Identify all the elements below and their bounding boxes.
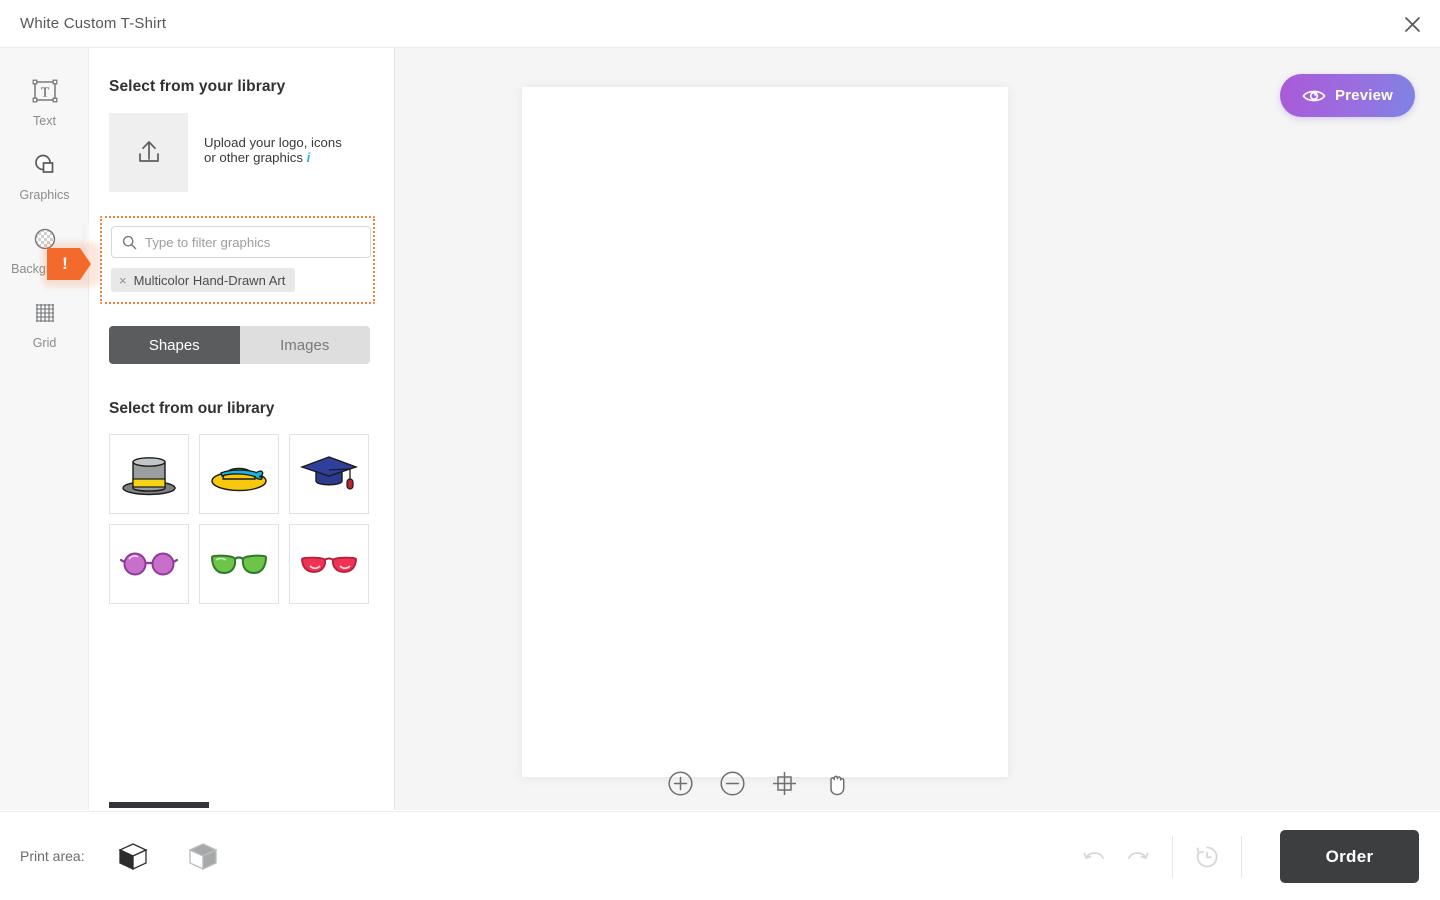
canvas-zoom-tools bbox=[665, 768, 851, 798]
active-filter-tag[interactable]: × Multicolor Hand-Drawn Art bbox=[111, 268, 296, 292]
upload-icon bbox=[138, 140, 159, 162]
print-area-back[interactable] bbox=[181, 834, 225, 878]
sidebar-item-background[interactable]: Background ! bbox=[0, 222, 100, 296]
close-glyph bbox=[1404, 16, 1420, 32]
canvas-stage[interactable]: Preview bbox=[395, 48, 1440, 810]
svg-text:T: T bbox=[40, 86, 49, 101]
red-aviator-glasses-icon bbox=[301, 556, 357, 573]
upload-row: Upload your logo, icons or other graphic… bbox=[109, 113, 374, 192]
cube-front-icon bbox=[118, 843, 148, 871]
sidebar-item-graphics[interactable]: Graphics bbox=[0, 148, 89, 222]
graphics-search-box[interactable] bbox=[111, 226, 371, 258]
scrollbar-thumb[interactable] bbox=[109, 802, 209, 808]
graphics-grid bbox=[109, 434, 374, 604]
redo-button[interactable] bbox=[1116, 835, 1160, 879]
redo-icon bbox=[1128, 851, 1149, 859]
preview-button-label: Preview bbox=[1334, 87, 1394, 104]
order-button[interactable]: Order bbox=[1280, 830, 1419, 883]
bottom-toolbar: Print area: Order bbox=[0, 811, 1440, 900]
green-sunglasses-graphic[interactable] bbox=[199, 524, 279, 604]
page-title: White Custom T-Shirt bbox=[20, 15, 167, 32]
warning-badge[interactable]: ! bbox=[42, 242, 100, 287]
round-glasses-icon bbox=[119, 552, 179, 576]
print-area-label: Print area: bbox=[20, 848, 85, 864]
history-icon bbox=[1196, 846, 1218, 867]
design-editor-app: White Custom T-Shirt T Text Graphics Bac… bbox=[0, 0, 1440, 900]
fit-to-screen-icon[interactable] bbox=[769, 768, 799, 798]
upload-text-line2-wrap: or other graphics i bbox=[204, 150, 342, 165]
print-area-front[interactable] bbox=[111, 834, 155, 878]
graduation-cap-graphic[interactable] bbox=[289, 434, 369, 514]
upload-text-line2: or other graphics bbox=[204, 150, 303, 166]
panel-horizontal-scrollbar[interactable] bbox=[89, 802, 395, 808]
shapes-icon bbox=[32, 148, 58, 182]
artboard[interactable] bbox=[522, 87, 1008, 777]
upload-description: Upload your logo, icons or other graphic… bbox=[204, 135, 342, 166]
sidebar-item-label-grid: Grid bbox=[32, 336, 57, 350]
top-hat-graphic[interactable] bbox=[109, 434, 189, 514]
grid-icon bbox=[32, 296, 58, 330]
round-glasses-graphic[interactable] bbox=[109, 524, 189, 604]
sun-hat-graphic[interactable] bbox=[199, 434, 279, 514]
search-input[interactable] bbox=[145, 234, 360, 250]
tool-rail: T Text Graphics Background ! Grid bbox=[0, 48, 100, 810]
sidebar-item-text[interactable]: T Text bbox=[0, 74, 89, 148]
graphics-panel: Select from your library Upload your log… bbox=[89, 48, 395, 810]
close-icon[interactable] bbox=[1398, 10, 1426, 38]
upload-text-line1: Upload your logo, icons bbox=[204, 135, 342, 150]
sidebar-item-label-text: Text bbox=[33, 114, 56, 128]
text-box-icon: T bbox=[32, 74, 58, 108]
info-icon[interactable]: i bbox=[307, 150, 311, 165]
cube-back-icon bbox=[188, 843, 218, 871]
sidebar-item-grid[interactable]: Grid bbox=[0, 296, 89, 370]
eye-icon bbox=[1302, 90, 1326, 101]
library-type-toggle: Shapes Images bbox=[109, 326, 370, 364]
remove-filter-icon[interactable]: × bbox=[119, 273, 127, 288]
filter-highlight-zone: × Multicolor Hand-Drawn Art bbox=[100, 216, 375, 304]
zoom-out-icon[interactable] bbox=[717, 768, 747, 798]
sidebar-item-label-graphics: Graphics bbox=[19, 188, 70, 202]
red-aviator-glasses-graphic[interactable] bbox=[289, 524, 369, 604]
undo-icon bbox=[1083, 851, 1104, 859]
zoom-in-icon[interactable] bbox=[665, 768, 695, 798]
green-sunglasses-icon bbox=[210, 554, 268, 575]
bottom-toolbar-actions: Order bbox=[1072, 812, 1440, 900]
titlebar: White Custom T-Shirt bbox=[0, 0, 1440, 48]
toolbar-divider-1 bbox=[1172, 835, 1173, 878]
undo-button[interactable] bbox=[1072, 835, 1116, 879]
sun-hat-icon bbox=[211, 467, 267, 492]
history-button[interactable] bbox=[1185, 835, 1229, 879]
active-filter-label: Multicolor Hand-Drawn Art bbox=[133, 272, 286, 288]
top-hat-icon bbox=[122, 457, 176, 496]
your-library-title: Select from your library bbox=[109, 78, 286, 95]
upload-dropzone[interactable] bbox=[109, 113, 188, 192]
search-icon bbox=[122, 235, 137, 249]
our-library-title: Select from our library bbox=[109, 400, 275, 417]
preview-button[interactable]: Preview bbox=[1280, 74, 1415, 117]
pan-hand-icon[interactable] bbox=[821, 768, 851, 798]
toolbar-divider-2 bbox=[1241, 835, 1242, 878]
tab-shapes[interactable]: Shapes bbox=[109, 326, 240, 364]
tab-images[interactable]: Images bbox=[239, 326, 370, 364]
graduation-cap-icon bbox=[299, 456, 359, 490]
